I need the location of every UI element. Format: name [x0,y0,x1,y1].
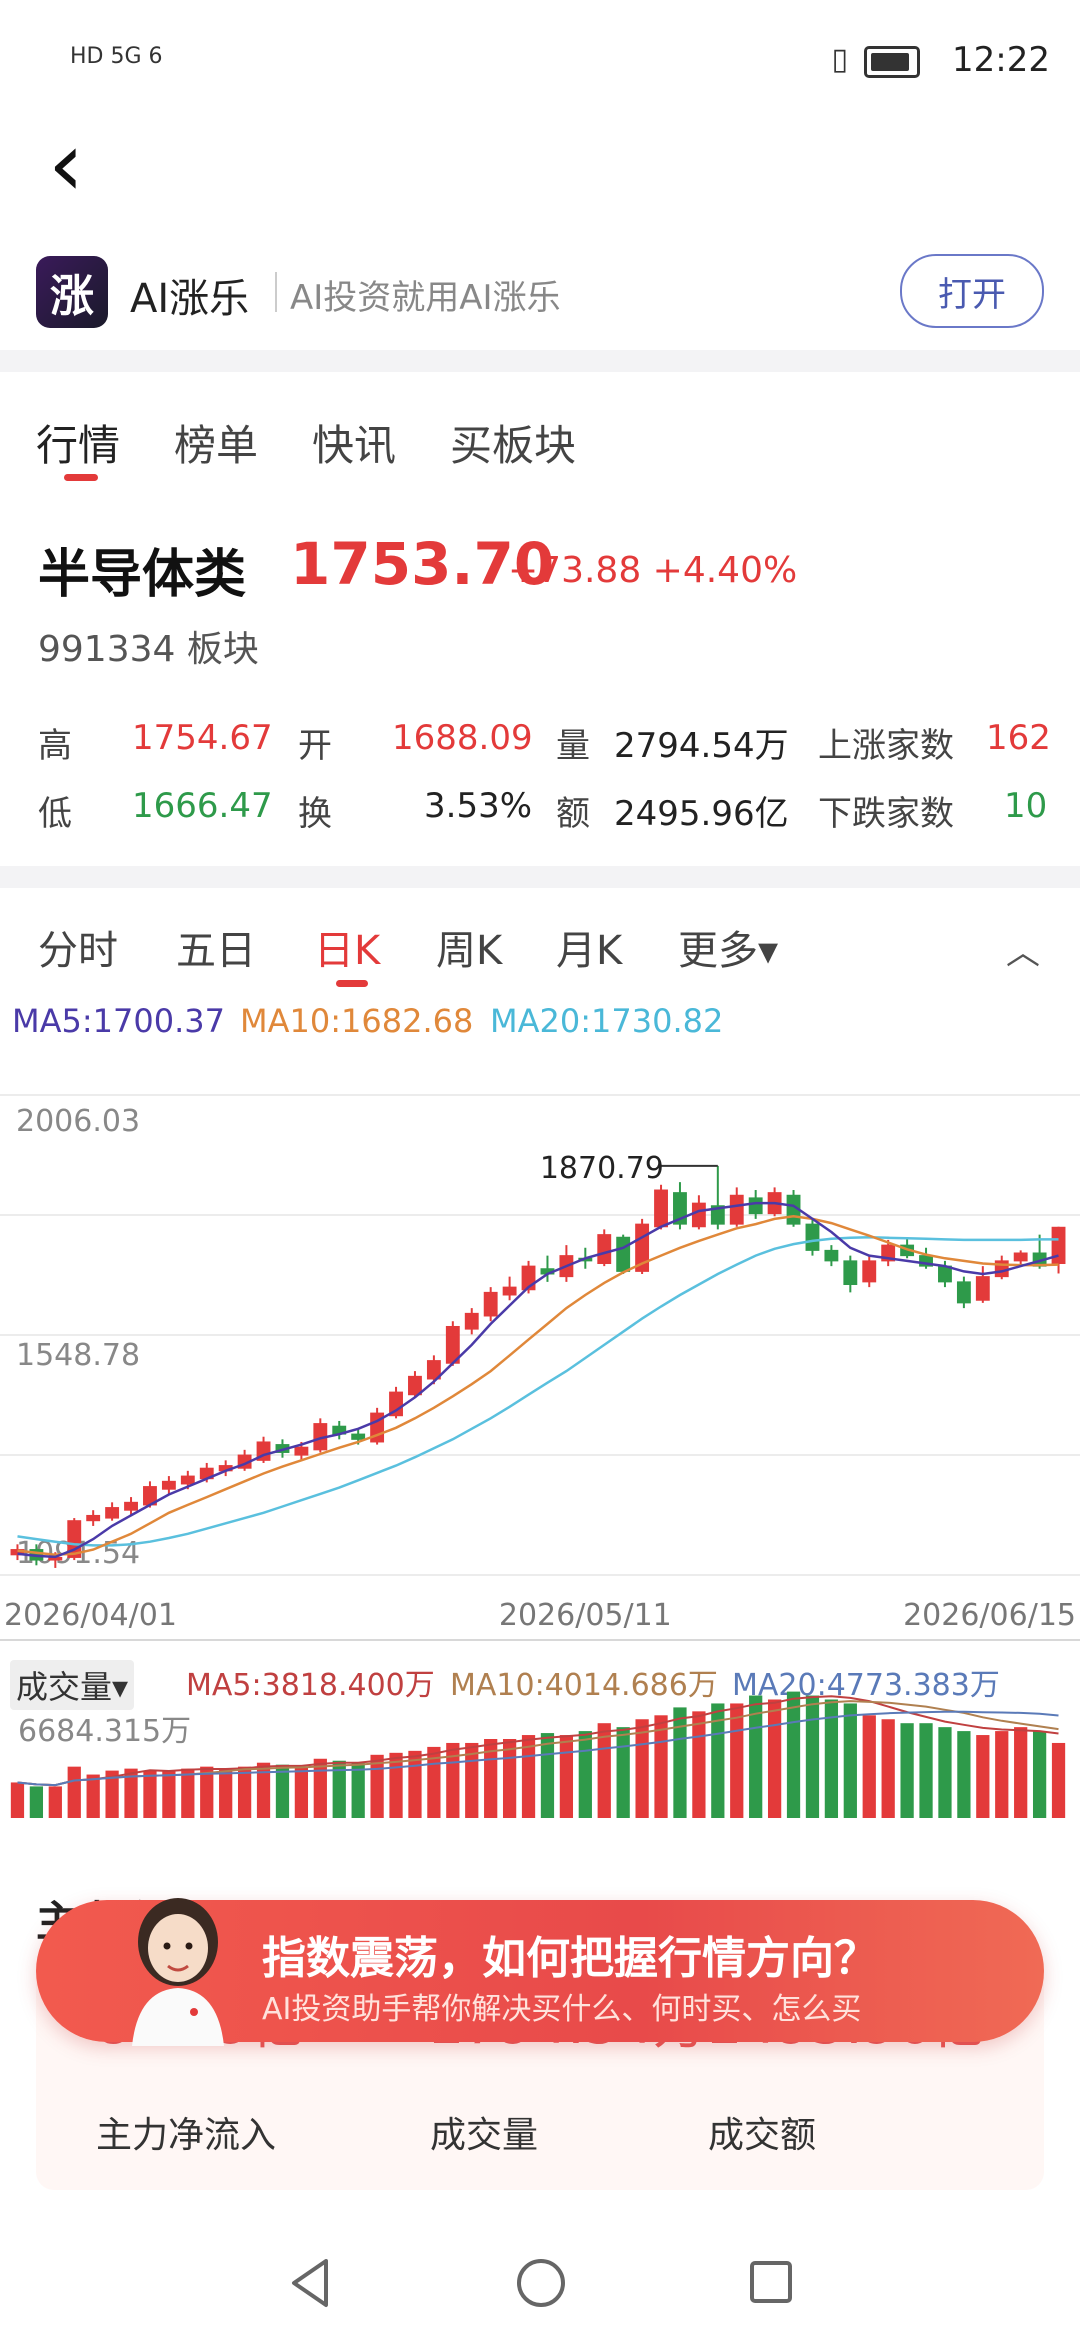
volume-bar [616,1727,630,1818]
stat-value: 162 [986,718,1051,758]
volume-label: 成交量 [430,2115,539,2156]
stat-value: 2794.54万 [614,726,789,766]
volume-bar [237,1766,252,1818]
volume-bar [162,1770,176,1818]
volume-bar [219,1768,233,1818]
section-divider [0,350,1080,372]
volume-bar [957,1731,971,1818]
tab-daily-k[interactable]: 日K [314,918,380,976]
stock-change: +73.88 +4.40% [508,550,798,591]
stat-label: 换 [298,794,332,834]
nav-back-icon[interactable] [286,2255,336,2311]
stat-label: 低 [38,794,72,834]
stat-label: 下跌家数 [818,794,954,834]
app-slogan: AI投资就用AI涨乐 [290,278,561,318]
volume-bar [181,1768,195,1818]
vibrate-icon: ▯ [831,42,848,77]
stat-label: 高 [38,726,72,766]
active-tab-indicator [336,980,368,987]
tab-buy-sector[interactable]: 买板块 [450,412,576,473]
status-bar: HD 5G 6 ▯ 12:22 [0,0,1080,120]
app-logo: 涨 [36,256,108,328]
volume-bar [29,1786,44,1818]
ma10-label: MA10:1682.68 [240,1002,474,1040]
stat-value: 1688.09 [392,718,533,758]
volume-bar [881,1719,895,1818]
assistant-avatar [132,1898,224,2046]
volume-bar [862,1715,876,1818]
volume-bar [692,1711,706,1818]
volume-bar [919,1723,933,1818]
tab-monthly-k[interactable]: 月K [556,918,622,976]
volume-bar [938,1727,952,1818]
volume-bar [67,1766,81,1818]
stat-value: 3.53% [424,786,533,826]
banner-subtitle: AI投资助手帮你解决买什么、何时买、怎么买 [262,1992,862,2027]
volume-bar [294,1766,309,1818]
stat-label: 额 [556,794,590,834]
stat-label: 开 [298,726,332,766]
banner-title: 指数震荡，如何把握行情方向？ [262,1933,878,1984]
volume-bar [1032,1731,1047,1818]
battery-icon [864,46,920,78]
open-app-button[interactable]: 打开 [900,254,1044,328]
nav-home-icon[interactable] [514,2255,568,2311]
clock: 12:22 [952,40,1050,80]
volume-bar [446,1742,460,1818]
tab-news[interactable]: 快讯 [312,412,396,473]
volume-bar [578,1731,592,1818]
volume-bar [805,1695,820,1818]
volume-bar [86,1774,100,1818]
volume-bar [786,1691,801,1818]
divider [275,272,277,312]
volume-bar [1051,1742,1066,1818]
section-divider [0,866,1080,888]
stat-label: 量 [556,726,590,766]
volume-bar [351,1762,365,1818]
volume-bar [10,1782,25,1818]
tab-five-day[interactable]: 五日 [176,918,256,976]
volume-bar [143,1770,157,1818]
stat-value: 1666.47 [132,786,273,826]
volume-bar [1014,1727,1028,1818]
tab-weekly-k[interactable]: 周K [436,918,502,976]
volume-bar [559,1735,574,1818]
app-name: AI涨乐 [130,276,250,322]
chevron-up-icon[interactable]: ︿ [1006,925,1040,974]
signal-icons: HD 5G 6 [70,44,163,69]
volume-bar [256,1762,271,1818]
stat-value: 10 [1004,786,1048,826]
nav-recents-icon[interactable] [746,2255,796,2311]
stat-value: 2495.96亿 [614,794,789,834]
volume-bar [48,1786,62,1818]
volume-bar [502,1739,517,1818]
stat-label: 上涨家数 [818,726,954,766]
volume-bar [976,1735,990,1818]
tab-ranking[interactable]: 榜单 [174,412,258,473]
stock-code: 991334 板块 [38,629,259,670]
stock-name: 半导体类 [38,545,247,605]
tab-market[interactable]: 行情 [36,412,120,473]
ma20-label: MA20:1730.82 [490,1002,724,1040]
volume-bar [995,1731,1009,1818]
volume-bar [843,1703,857,1818]
volume-chart [0,1639,1080,1818]
active-tab-indicator [64,474,98,481]
volume-bar [540,1733,555,1818]
ma5-label: MA5:1700.37 [12,1002,225,1040]
turnover-label: 成交额 [708,2115,817,2156]
tab-more[interactable]: 更多▾ [678,918,778,976]
back-arrow-icon[interactable]: ‹ [48,120,84,210]
stat-value: 1754.67 [132,718,273,758]
volume-bar [900,1723,914,1818]
net-inflow-label: 主力净流入 [96,2115,277,2156]
volume-bar [673,1707,687,1818]
volume-bar [767,1699,782,1818]
volume-bar [730,1703,744,1818]
tab-intraday[interactable]: 分时 [38,918,118,976]
